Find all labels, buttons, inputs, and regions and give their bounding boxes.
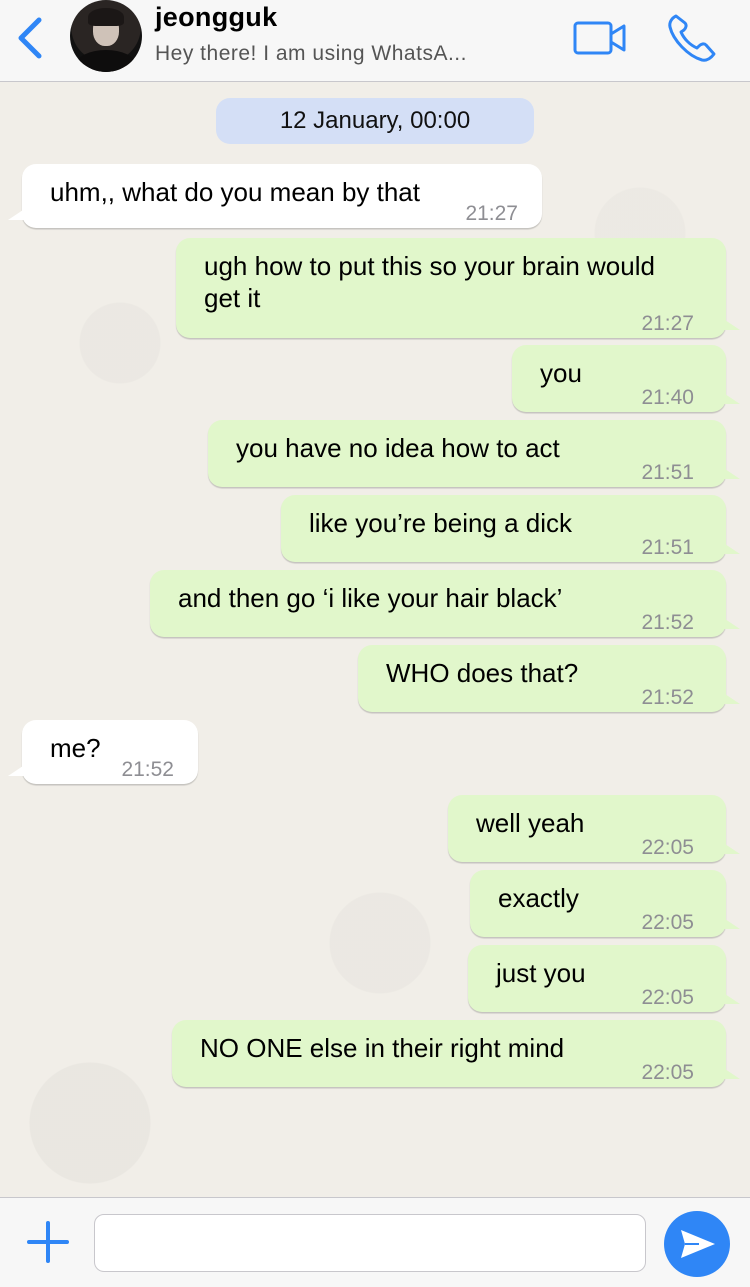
attach-button[interactable] [26,1220,70,1264]
message-bubble-outgoing[interactable]: you have no idea how to act 21:51 [208,420,726,487]
message-bubble-outgoing[interactable]: ugh how to put this so your brain would … [176,238,726,338]
message-text: ugh how to put this so your brain would … [204,251,655,313]
message-time: 21:52 [121,758,174,781]
video-camera-icon [573,21,626,55]
message-input-bar [0,1197,750,1287]
message-text: and then go ‘i like your hair black’ [178,583,563,613]
message-time: 21:52 [641,611,694,634]
message-time: 21:51 [641,536,694,559]
message-text: exactly [498,883,579,913]
message-text: well yeah [476,808,585,838]
back-button[interactable] [12,14,48,62]
date-pill: 12 January, 00:00 [216,98,534,144]
message-bubble-outgoing[interactable]: exactly 22:05 [470,870,726,937]
message-time: 21:27 [465,202,518,225]
message-time: 21:51 [641,461,694,484]
message-bubble-outgoing[interactable]: NO ONE else in their right mind 22:05 [172,1020,726,1087]
message-bubble-outgoing[interactable]: like you’re being a dick 21:51 [281,495,726,562]
send-button[interactable] [664,1211,730,1277]
message-text: WHO does that? [386,658,579,688]
chat-area[interactable]: 12 January, 00:00 uhm,, what do you mean… [0,83,750,1197]
message-bubble-outgoing[interactable]: well yeah 22:05 [448,795,726,862]
message-bubble-incoming[interactable]: uhm,, what do you mean by that 21:27 [22,164,542,228]
video-call-button[interactable] [572,18,628,58]
message-text: uhm,, what do you mean by that [50,177,420,207]
voice-call-button[interactable] [666,12,718,64]
message-bubble-outgoing[interactable]: just you 22:05 [468,945,726,1012]
message-text: like you’re being a dick [309,508,573,538]
message-text: you [540,358,582,388]
message-text: NO ONE else in their right mind [200,1033,565,1063]
message-bubble-outgoing[interactable]: WHO does that? 21:52 [358,645,726,712]
message-time: 22:05 [641,986,694,1009]
message-time: 22:05 [641,911,694,934]
message-time: 22:05 [641,1061,694,1084]
message-input[interactable] [94,1214,646,1272]
avatar-hair-shape [88,8,124,26]
avatar-body-shape [76,50,136,72]
message-bubble-incoming[interactable]: me? 21:52 [22,720,198,784]
message-bubble-outgoing[interactable]: and then go ‘i like your hair black’ 21:… [150,570,726,637]
message-text: you have no idea how to act [236,433,560,463]
contact-name[interactable]: jeongguk [155,2,277,33]
phone-icon [668,14,716,62]
message-time: 22:05 [641,836,694,859]
chat-header: jeongguk Hey there! I am using WhatsA... [0,0,750,82]
chevron-left-icon [18,17,42,59]
avatar[interactable] [70,0,142,72]
message-bubble-outgoing[interactable]: you 21:40 [512,345,726,412]
message-time: 21:27 [641,312,694,335]
message-time: 21:40 [641,386,694,409]
message-text: just you [496,958,586,988]
send-arrow-icon [681,1230,715,1258]
contact-status[interactable]: Hey there! I am using WhatsA... [155,42,467,66]
plus-icon [27,1221,69,1263]
message-time: 21:52 [641,686,694,709]
message-text: me? [50,733,101,763]
